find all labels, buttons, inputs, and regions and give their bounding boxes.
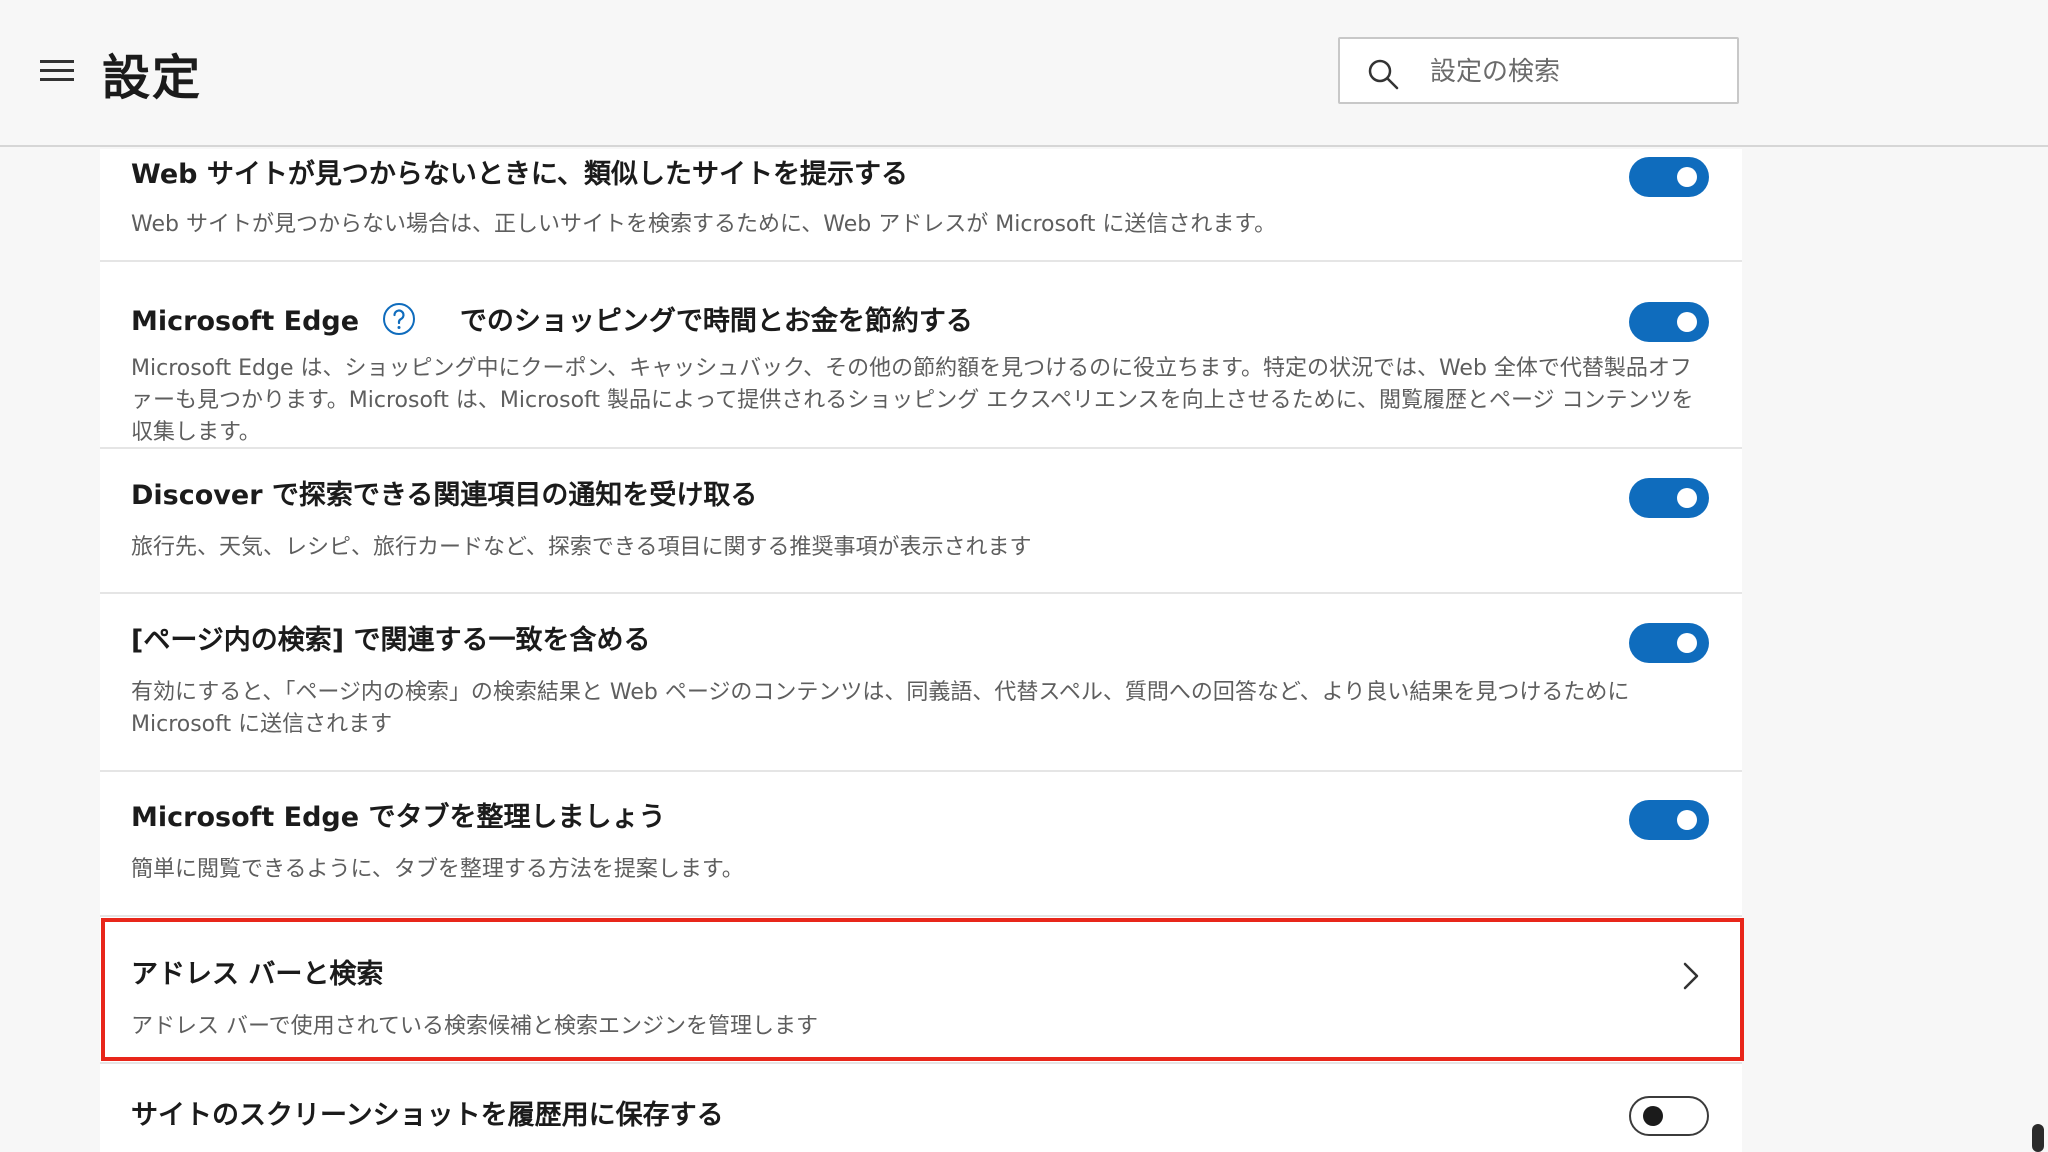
setting-row-similar-sites: Web サイトが見つからないときに、類似したサイトを提示する Web サイトが見… [100, 149, 1742, 262]
setting-description: 有効にすると、「ページ内の検索」の検索結果と Web ページのコンテンツは、同義… [131, 680, 1630, 737]
search-icon [1368, 59, 1399, 90]
setting-title-prefix: Microsoft Edge [131, 306, 360, 337]
screenshots-toggle[interactable] [1629, 1096, 1709, 1136]
setting-description: Web サイトが見つからない場合は、正しいサイトを検索するために、Web アドレ… [131, 212, 1277, 237]
setting-row-address-bar[interactable]: アドレス バーと検索 アドレス バーで使用されている検索候補と検索エンジンを管理… [100, 917, 1742, 1064]
setting-row-find-on-page: [ページ内の検索] で関連する一致を含める 有効にすると、「ページ内の検索」の検… [100, 594, 1742, 772]
setting-title-suffix: でのショッピングで時間とお金を節約する [459, 306, 973, 337]
setting-title: Microsoft Edge でのショッピングで時間とお金を節約する [131, 302, 973, 339]
settings-card: Web サイトが見つからないときに、類似したサイトを提示する Web サイトが見… [100, 149, 1742, 1152]
setting-title: [ページ内の検索] で関連する一致を含める [131, 625, 651, 656]
setting-row-organize-tabs: Microsoft Edge でタブを整理しましょう 簡単に閲覧できるように、タ… [100, 772, 1742, 917]
search-box[interactable] [1338, 37, 1739, 104]
setting-row-screenshots: サイトのスクリーンショットを履歴用に保存する [100, 1064, 1742, 1152]
setting-description: アドレス バーで使用されている検索候補と検索エンジンを管理します [131, 1014, 819, 1039]
search-input[interactable] [1428, 39, 1732, 104]
scrollbar-thumb[interactable] [2032, 1124, 2044, 1152]
chevron-right-icon[interactable] [1680, 959, 1702, 993]
menu-icon[interactable] [40, 58, 74, 84]
discover-toggle[interactable] [1629, 478, 1709, 518]
setting-title: Microsoft Edge でタブを整理しましょう [131, 802, 666, 833]
setting-row-shopping: Microsoft Edge でのショッピングで時間とお金を節約する Micro… [100, 262, 1742, 449]
setting-title: アドレス バーと検索 [131, 959, 384, 990]
similar-sites-toggle[interactable] [1629, 157, 1709, 197]
setting-title: Web サイトが見つからないときに、類似したサイトを提示する [131, 159, 909, 190]
setting-title: サイトのスクリーンショットを履歴用に保存する [131, 1100, 724, 1131]
help-icon[interactable] [382, 302, 416, 336]
settings-content: Web サイトが見つからないときに、類似したサイトを提示する Web サイトが見… [100, 149, 1742, 1152]
page-title: 設定 [102, 50, 203, 106]
setting-row-discover: Discover で探索できる関連項目の通知を受け取る 旅行先、天気、レシピ、旅… [100, 449, 1742, 594]
setting-description: 旅行先、天気、レシピ、旅行カードなど、探索できる項目に関する推奨事項が表示されま… [131, 535, 1032, 560]
organize-tabs-toggle[interactable] [1629, 800, 1709, 840]
find-on-page-toggle[interactable] [1629, 623, 1709, 663]
setting-description: Microsoft Edge は、ショッピング中にクーポン、キャッシュバック、そ… [131, 356, 1694, 445]
shopping-toggle[interactable] [1629, 302, 1709, 342]
setting-title: Discover で探索できる関連項目の通知を受け取る [131, 480, 758, 511]
setting-description: 簡単に閲覧できるように、タブを整理する方法を提案します。 [131, 857, 744, 882]
settings-header: 設定 [0, 0, 2048, 147]
